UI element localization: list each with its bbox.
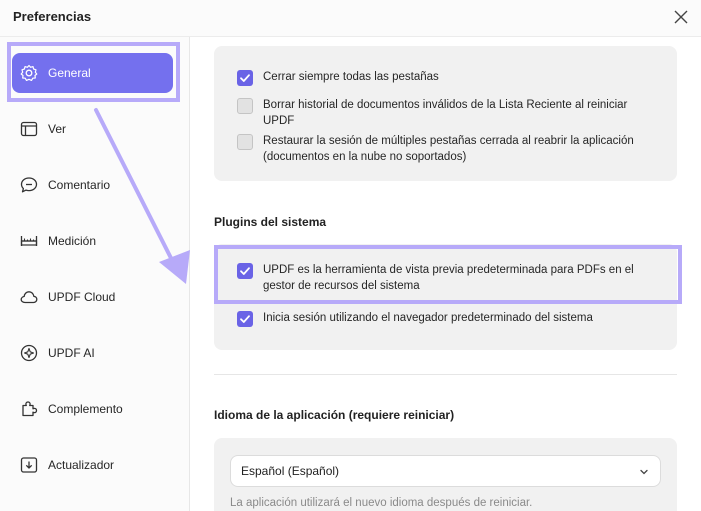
language-card: Español (Español) La aplicación utilizar… bbox=[214, 438, 677, 511]
sidebar-item-label: General bbox=[48, 66, 91, 80]
option-label: Inicia sesión utilizando el navegador pr… bbox=[263, 312, 593, 324]
sidebar-item-ver[interactable]: Ver bbox=[12, 109, 173, 149]
gear-icon bbox=[19, 63, 39, 83]
sidebar-item-complemento[interactable]: Complemento bbox=[12, 389, 173, 429]
cloud-icon bbox=[19, 287, 39, 307]
sidebar-item-comentario[interactable]: Comentario bbox=[12, 165, 173, 205]
sidebar-item-label: UPDF AI bbox=[48, 346, 95, 360]
section-divider bbox=[214, 374, 677, 375]
language-section-title: Idioma de la aplicación (requiere reinic… bbox=[214, 408, 455, 422]
checkbox-checked-icon[interactable] bbox=[237, 70, 253, 86]
option-label: Cerrar siempre todas las pestañas bbox=[263, 71, 439, 83]
plugins-section-title: Plugins del sistema bbox=[214, 215, 327, 229]
update-icon bbox=[19, 455, 39, 475]
sidebar-item-label: Complemento bbox=[48, 402, 123, 416]
ruler-icon bbox=[19, 231, 39, 251]
sidebar-item-label: UPDF Cloud bbox=[48, 290, 116, 304]
option-default-previewer[interactable]: UPDF es la herramienta de vista previa p… bbox=[237, 262, 657, 294]
close-icon[interactable] bbox=[670, 6, 692, 28]
sidebar: General Ver Comentario Medición UPDF Clo… bbox=[0, 37, 190, 511]
language-hint: La aplicación utilizará el nuevo idioma … bbox=[230, 497, 533, 509]
checkbox-checked-icon[interactable] bbox=[237, 311, 253, 327]
sidebar-item-actualizador[interactable]: Actualizador bbox=[12, 445, 173, 485]
option-browser-login[interactable]: Inicia sesión utilizando el navegador pr… bbox=[237, 310, 657, 327]
option-label: UPDF es la herramienta de vista previa p… bbox=[263, 264, 634, 292]
option-restore-tab-session[interactable]: Restaurar la sesión de múltiples pestaña… bbox=[237, 133, 657, 165]
language-select[interactable]: Español (Español) bbox=[230, 455, 661, 487]
option-clear-invalid-history[interactable]: Borrar historial de documentos inválidos… bbox=[237, 97, 657, 129]
sidebar-item-label: Comentario bbox=[48, 178, 111, 192]
language-selected-value: Español (Español) bbox=[241, 464, 340, 478]
checkbox-unchecked-icon[interactable] bbox=[237, 134, 253, 150]
sidebar-item-general[interactable]: General bbox=[12, 53, 173, 93]
sidebar-item-updf-ai[interactable]: UPDF AI bbox=[12, 333, 173, 373]
option-close-all-tabs[interactable]: Cerrar siempre todas las pestañas bbox=[237, 69, 657, 86]
ai-icon bbox=[19, 343, 39, 363]
tabs-settings-card: Cerrar siempre todas las pestañas Borrar… bbox=[214, 46, 677, 181]
chevron-down-icon bbox=[638, 465, 650, 477]
sidebar-item-medicion[interactable]: Medición bbox=[12, 221, 173, 261]
sidebar-item-label: Actualizador bbox=[48, 458, 115, 472]
option-label: Borrar historial de documentos inválidos… bbox=[263, 99, 628, 127]
comment-icon bbox=[19, 175, 39, 195]
title-bar: Preferencias bbox=[0, 0, 701, 37]
checkbox-checked-icon[interactable] bbox=[237, 263, 253, 279]
sidebar-item-label: Ver bbox=[48, 122, 67, 136]
main-panel: Cerrar siempre todas las pestañas Borrar… bbox=[190, 37, 701, 511]
checkbox-unchecked-icon[interactable] bbox=[237, 98, 253, 114]
puzzle-icon bbox=[19, 399, 39, 419]
plugins-card: UPDF es la herramienta de vista previa p… bbox=[214, 244, 677, 350]
option-label: Restaurar la sesión de múltiples pestaña… bbox=[263, 135, 634, 163]
window-title: Preferencias bbox=[13, 9, 92, 24]
sidebar-item-updf-cloud[interactable]: UPDF Cloud bbox=[12, 277, 173, 317]
sidebar-item-label: Medición bbox=[48, 234, 97, 248]
window-icon bbox=[19, 119, 39, 139]
